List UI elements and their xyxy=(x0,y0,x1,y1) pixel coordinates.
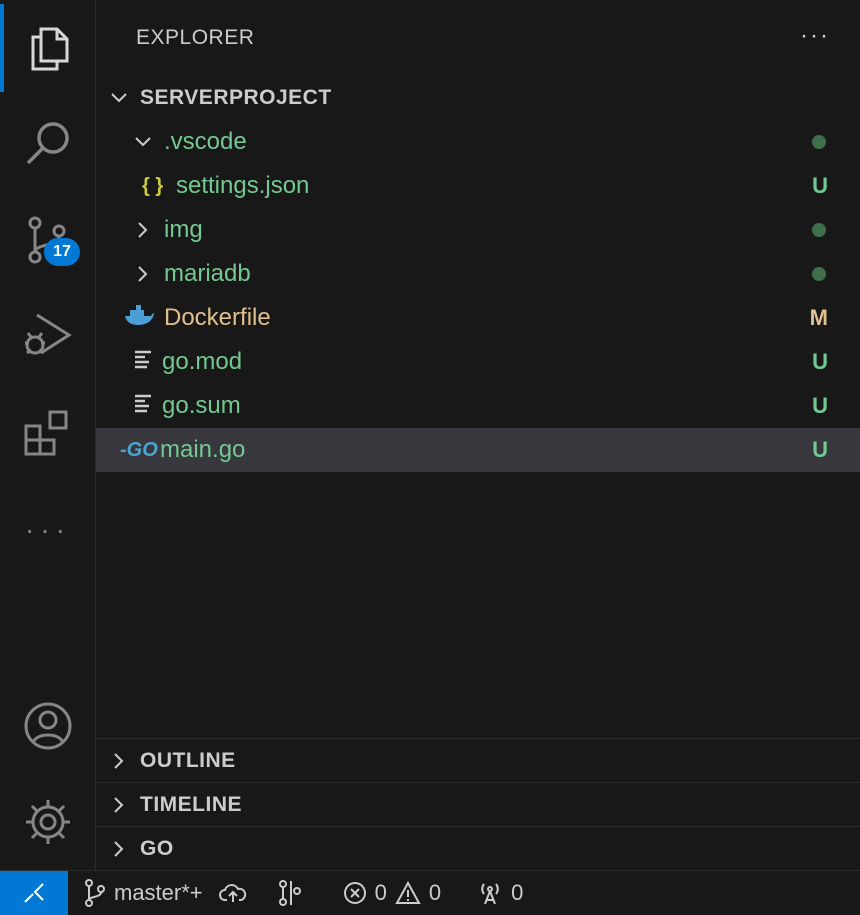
remote-icon xyxy=(21,882,47,904)
chevron-down-icon xyxy=(132,136,154,148)
file-name: mariadb xyxy=(164,260,251,288)
error-icon xyxy=(343,881,367,905)
source-control-icon[interactable]: 17 xyxy=(0,196,96,284)
chevron-right-icon xyxy=(132,221,154,239)
more-actions-button[interactable]: ··· xyxy=(800,22,830,50)
tree-item-main-go-file[interactable]: -GOmain.go U xyxy=(96,428,860,472)
panel-outline[interactable]: OUTLINE xyxy=(96,738,860,782)
search-icon[interactable] xyxy=(0,100,96,188)
file-name: .vscode xyxy=(164,128,247,156)
settings-gear-icon[interactable] xyxy=(0,778,96,866)
status-bar: master*+ 0 0 0 xyxy=(0,870,860,914)
tree-item-go-sum-file[interactable]: go.sum U xyxy=(96,384,860,428)
chevron-right-icon xyxy=(132,265,154,283)
file-name: go.mod xyxy=(162,348,242,376)
account-icon[interactable] xyxy=(0,682,96,770)
branch-button[interactable]: master*+ xyxy=(84,879,203,907)
git-status-badge: U xyxy=(812,437,828,463)
json-icon: { } xyxy=(142,175,176,198)
git-graph-icon[interactable] xyxy=(277,879,303,907)
docker-icon xyxy=(124,304,164,333)
explorer-title: EXPLORER xyxy=(96,0,860,76)
broadcast-icon xyxy=(477,880,503,906)
file-name: go.sum xyxy=(162,392,241,420)
file-name: settings.json xyxy=(176,172,309,200)
modified-dot xyxy=(812,267,826,281)
tree-item-settings-json-file[interactable]: { }settings.json U xyxy=(96,164,860,208)
go-file-icon: -GO xyxy=(120,439,160,462)
chevron-right-icon xyxy=(108,752,130,770)
git-status-badge: U xyxy=(812,393,828,419)
scm-badge: 17 xyxy=(44,238,80,266)
chevron-right-icon xyxy=(108,840,130,858)
git-status-badge: M xyxy=(810,305,828,331)
panel-go[interactable]: GO xyxy=(96,826,860,870)
chevron-down-icon xyxy=(108,92,130,104)
more-icon[interactable]: ··· xyxy=(0,486,96,574)
tree-item-mariadb-folder[interactable]: mariadb xyxy=(96,252,860,296)
file-name: Dockerfile xyxy=(164,304,271,332)
sync-cloud-icon[interactable] xyxy=(219,882,247,904)
text-file-icon xyxy=(134,392,162,420)
text-file-icon xyxy=(134,348,162,376)
ports-button[interactable]: 0 xyxy=(477,880,523,906)
tree-item-dockerfile-file[interactable]: Dockerfile M xyxy=(96,296,860,340)
root-folder[interactable]: SERVERPROJECT xyxy=(96,76,860,120)
tree-item-go-mod-file[interactable]: go.mod U xyxy=(96,340,860,384)
chevron-right-icon xyxy=(108,796,130,814)
tree-item-img-folder[interactable]: img xyxy=(96,208,860,252)
git-status-badge: U xyxy=(812,173,828,199)
file-name: main.go xyxy=(160,436,245,464)
tree-item-vscode-folder[interactable]: .vscode xyxy=(96,120,860,164)
modified-dot xyxy=(812,223,826,237)
modified-dot xyxy=(812,135,826,149)
activity-bar: 17 ··· xyxy=(0,0,96,870)
file-name: img xyxy=(164,216,203,244)
problems-button[interactable]: 0 0 xyxy=(343,880,442,906)
run-debug-icon[interactable] xyxy=(0,290,96,378)
remote-button[interactable] xyxy=(0,871,68,915)
git-status-badge: U xyxy=(812,349,828,375)
branch-icon xyxy=(84,879,106,907)
warning-icon xyxy=(395,881,421,905)
panel-timeline[interactable]: TIMELINE xyxy=(96,782,860,826)
explorer-icon[interactable] xyxy=(0,4,96,92)
extensions-icon[interactable] xyxy=(0,390,96,478)
